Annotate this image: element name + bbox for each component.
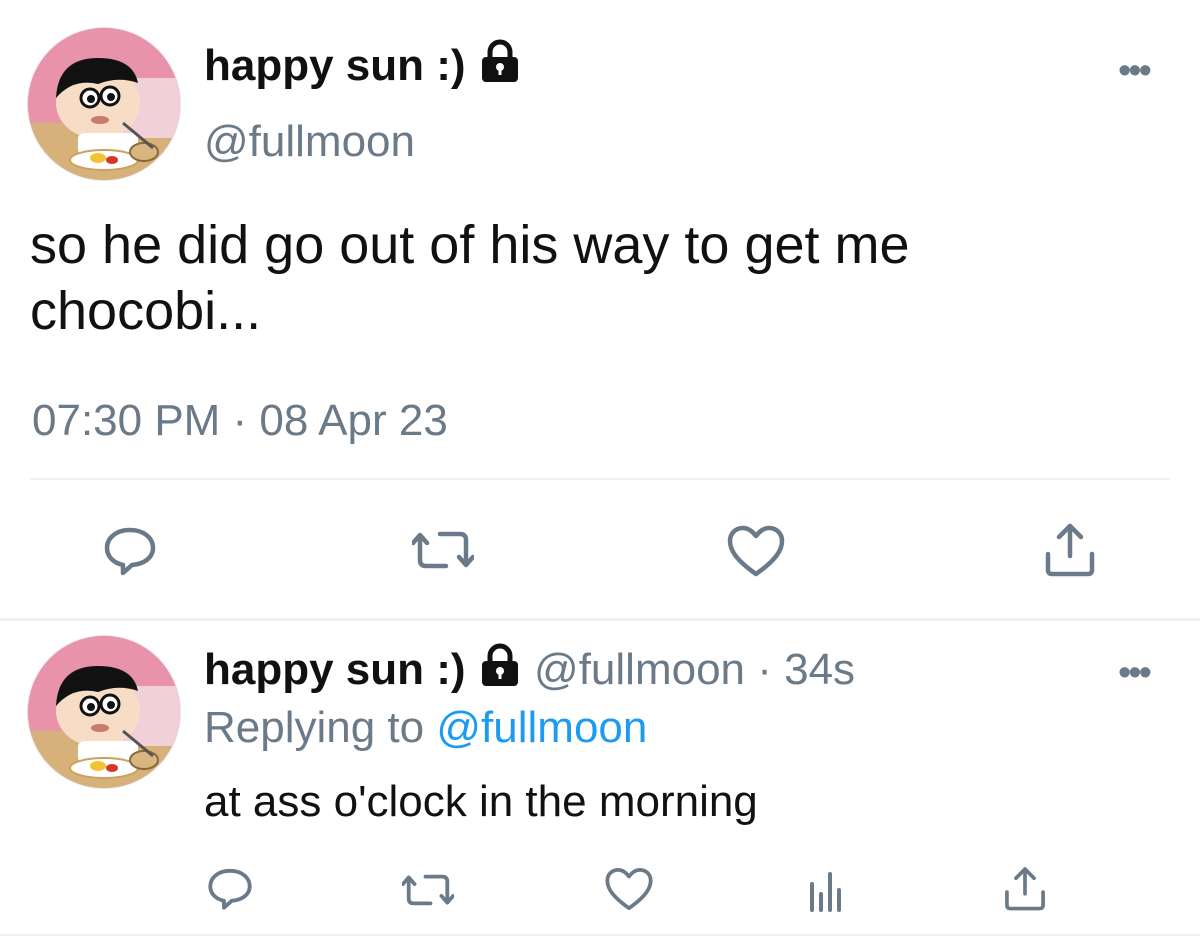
divider [0,934,1200,936]
divider [30,478,1170,480]
reply-text: at ass o'clock in the morning [204,777,758,826]
cartoon-boy-avatar-icon [28,636,180,788]
replying-to: Replying to @fullmoon [204,700,647,756]
tweet-text-line: chocobi... [30,281,262,341]
replying-to-handle-link[interactable]: @fullmoon [436,703,647,752]
cartoon-boy-avatar-icon [28,28,180,180]
share-icon[interactable] [1002,864,1048,912]
divider [0,618,1200,621]
reply-icon[interactable] [102,522,158,578]
timestamp[interactable]: 07:30 PM · 08 Apr 23 [32,394,448,448]
reply-header: happy sun :) @fullmoon · 34s [204,642,855,702]
replying-to-label: Replying to [204,703,425,752]
display-name[interactable]: happy sun :) [204,38,522,98]
handle-and-time[interactable]: @fullmoon · 34s [534,645,855,694]
more-options-icon[interactable]: ••• [1118,52,1152,90]
display-name[interactable]: happy sun :) [204,645,466,694]
tweet-text-line: so he did go out of his way to get me [30,215,910,275]
avatar[interactable] [28,636,180,788]
tweet-text: so he did go out of his way to get me ch… [30,212,910,344]
lock-icon [478,642,522,702]
more-options-icon[interactable]: ••• [1118,654,1152,692]
reply-icon[interactable] [206,864,254,912]
share-icon[interactable] [1042,520,1098,578]
display-name-text: happy sun :) [204,41,466,90]
like-icon[interactable] [726,524,786,578]
retweet-icon[interactable] [402,868,454,912]
handle[interactable]: @fullmoon [204,114,415,170]
analytics-icon[interactable] [806,866,846,914]
like-icon[interactable] [604,866,654,912]
retweet-icon[interactable] [412,524,474,576]
avatar[interactable] [28,28,180,180]
lock-icon [478,38,522,98]
